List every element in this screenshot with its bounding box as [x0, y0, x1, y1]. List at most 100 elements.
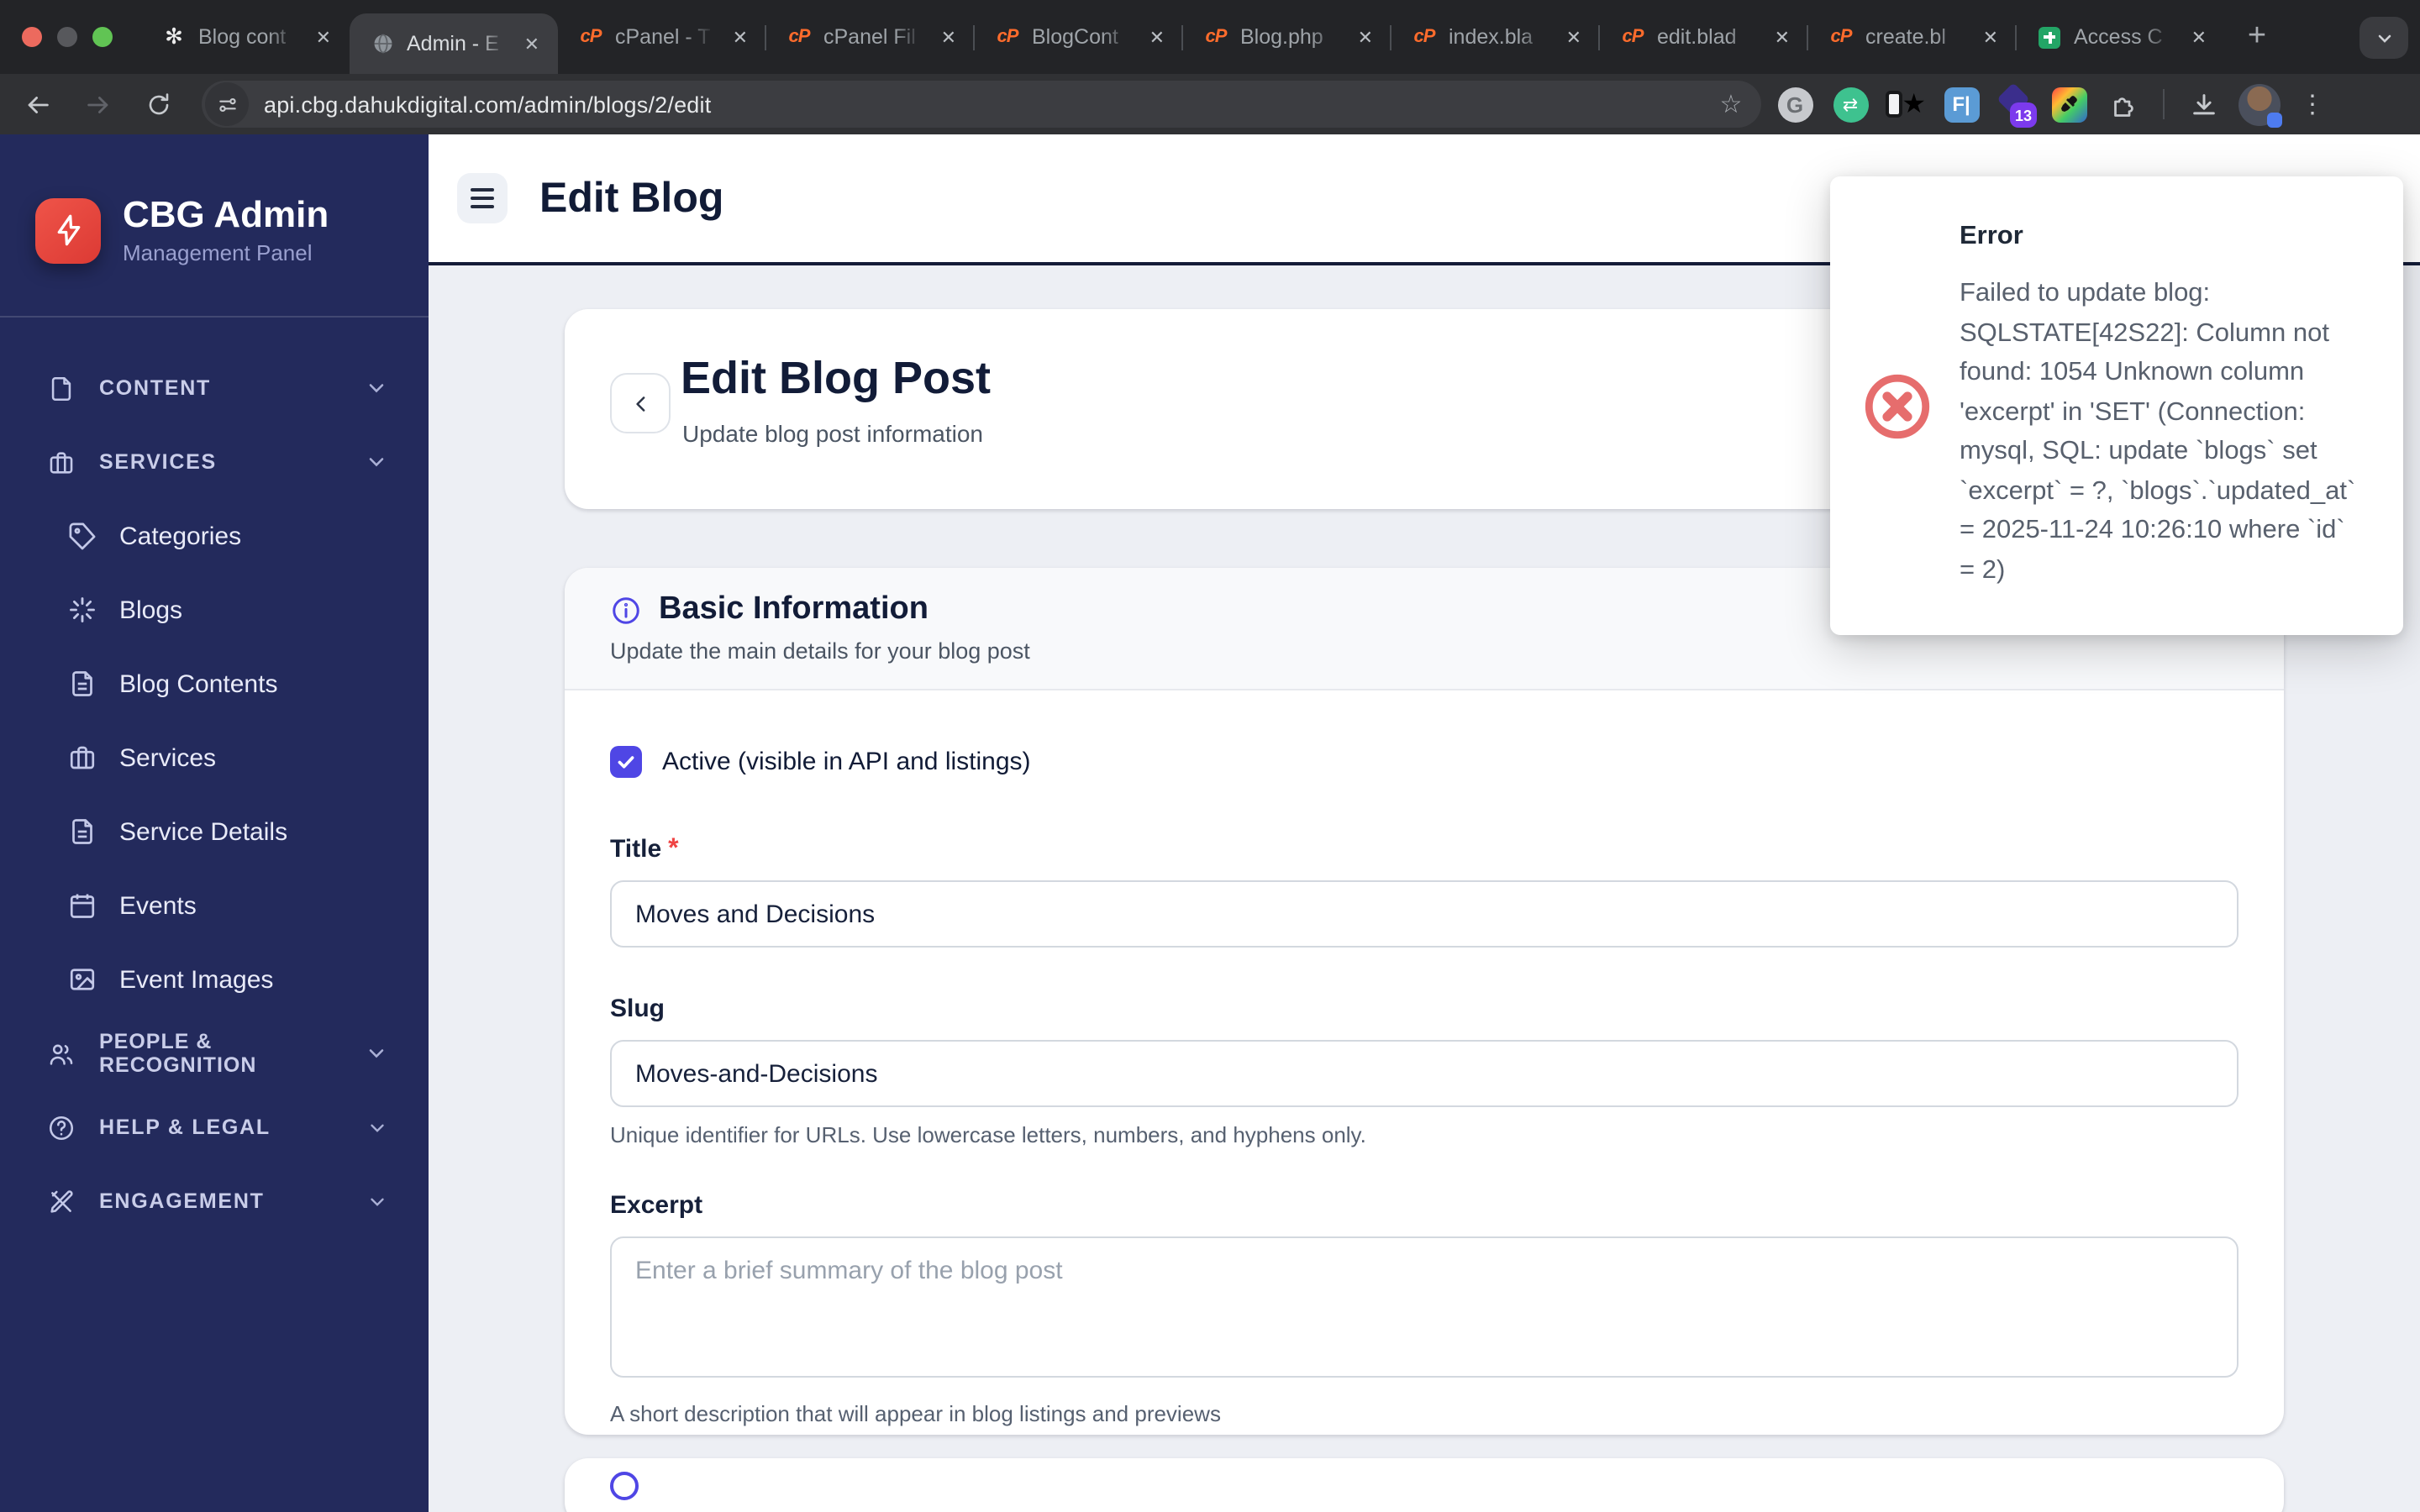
toolbar-divider: [2163, 89, 2165, 119]
cpanel-icon: cP: [1830, 27, 1853, 47]
tab-list: ✻ Blog cont ✕ Admin - E ✕ cP cPanel - T: [141, 0, 2225, 74]
tab-access-codes[interactable]: Access C ✕: [2015, 0, 2225, 74]
slug-input[interactable]: [610, 1040, 2238, 1107]
sidebar-item-content[interactable]: CONTENT: [24, 351, 405, 425]
close-icon[interactable]: ✕: [519, 31, 544, 56]
page-subtitle: Update blog post information: [682, 420, 983, 447]
calendar-icon: [67, 890, 97, 921]
close-icon[interactable]: ✕: [1353, 24, 1378, 50]
fonts-extension-icon[interactable]: F|: [1941, 84, 1981, 124]
sidebar-item-label: PEOPLE & RECOGNITION: [99, 1030, 257, 1077]
briefcase-icon: [47, 448, 77, 476]
tab-label: BlogCont: [1032, 25, 1118, 49]
tab-index-blade[interactable]: cP index.bla ✕: [1390, 0, 1600, 74]
chevron-down-icon: [365, 1042, 388, 1065]
browser-toolbar: api.cbg.dahukdigital.com/admin/blogs/2/e…: [0, 74, 2420, 134]
sidebar-item-people-recognition[interactable]: PEOPLE & RECOGNITION: [24, 1016, 405, 1090]
tab-label: Access C: [2074, 25, 2163, 49]
info-icon: [613, 596, 639, 623]
minimize-window-button[interactable]: [57, 27, 77, 47]
tab-label: cPanel - T: [615, 25, 711, 49]
sidebar-item-engagement[interactable]: ENGAGEMENT: [24, 1164, 405, 1238]
close-icon[interactable]: ✕: [1770, 24, 1795, 50]
new-tab-button[interactable]: +: [2235, 15, 2279, 59]
tag-icon: [67, 521, 97, 551]
chevron-left-icon: [635, 396, 644, 411]
active-checkbox-row[interactable]: Active (visible in API and listings): [610, 746, 2238, 778]
tab-search-button[interactable]: [2360, 17, 2408, 59]
sidebar-item-event-images[interactable]: Event Images: [24, 942, 405, 1016]
tab-edit-blade[interactable]: cP edit.blad ✕: [1598, 0, 1808, 74]
grammarly-extension-icon[interactable]: G: [1775, 84, 1815, 124]
profile-avatar[interactable]: [2238, 83, 2282, 127]
address-bar[interactable]: api.cbg.dahukdigital.com/admin/blogs/2/e…: [202, 81, 1761, 128]
sidebar-item-blog-contents[interactable]: Blog Contents: [24, 647, 405, 721]
forward-button[interactable]: [74, 81, 121, 128]
extensions-row: G ⇄ ★ F| 13 ⋮: [1775, 81, 2329, 128]
close-icon[interactable]: ✕: [728, 24, 753, 50]
section-title: Basic Information: [659, 591, 929, 627]
tab-blog-php[interactable]: cP Blog.php ✕: [1181, 0, 1392, 74]
sidebar-item-label: Categories: [119, 522, 242, 550]
sidebar-item-service-details[interactable]: Service Details: [24, 795, 405, 869]
error-toast[interactable]: Error Failed to update blog: SQLSTATE[42…: [1830, 176, 2403, 635]
downloads-button[interactable]: [2183, 84, 2223, 124]
extensions-puzzle-icon[interactable]: [2104, 84, 2144, 124]
browser-menu-button[interactable]: ⋮: [2296, 89, 2329, 119]
back-button-page[interactable]: [610, 373, 671, 433]
section-icon-partial: [610, 1472, 639, 1500]
chevron-down-icon: [2377, 34, 2391, 42]
page-title: Edit Blog Post: [681, 353, 991, 403]
reload-button[interactable]: [134, 81, 182, 128]
site-settings-button[interactable]: [205, 82, 249, 126]
tab-blog-content[interactable]: ✻ Blog cont ✕: [141, 0, 350, 74]
tab-admin-active[interactable]: Admin - E ✕: [350, 13, 558, 74]
brand-subtitle: Management Panel: [123, 240, 313, 266]
bookmark-star-icon[interactable]: ☆: [1711, 89, 1751, 119]
title-input[interactable]: [610, 880, 2238, 948]
slug-label: Slug: [610, 995, 665, 1023]
close-icon[interactable]: ✕: [1561, 24, 1586, 50]
sidebar-item-blogs[interactable]: Blogs: [24, 573, 405, 647]
excerpt-textarea[interactable]: [610, 1236, 2238, 1378]
sidebar-item-services[interactable]: Services: [24, 721, 405, 795]
tab-cpanel-file[interactable]: cP cPanel Fil ✕: [765, 0, 975, 74]
sidebar-item-categories[interactable]: Categories: [24, 499, 405, 573]
tab-cpanel[interactable]: cP cPanel - T ✕: [558, 0, 766, 74]
tab-blogcontroller[interactable]: cP BlogCont ✕: [973, 0, 1183, 74]
refresh-extension-icon[interactable]: ⇄: [1830, 84, 1870, 124]
sidebar-item-label: Service Details: [119, 817, 288, 846]
back-button[interactable]: [13, 81, 60, 128]
active-checkbox[interactable]: [610, 746, 642, 778]
browser-window: ✻ Blog cont ✕ Admin - E ✕ cP cPanel - T: [0, 0, 2420, 1512]
page-header-title: Edit Blog: [539, 174, 724, 221]
help-circle-icon: [47, 1113, 77, 1142]
excerpt-helper-text: A short description that will appear in …: [610, 1401, 1221, 1426]
cpanel-icon: cP: [1622, 27, 1644, 47]
url-text[interactable]: api.cbg.dahukdigital.com/admin/blogs/2/e…: [264, 92, 1711, 117]
check-icon: [618, 756, 634, 769]
sidebar-item-label: Services: [119, 743, 217, 772]
next-section-card: [565, 1458, 2284, 1512]
counter-extension-icon[interactable]: 13: [1996, 82, 2037, 128]
zoom-window-button[interactable]: [92, 27, 113, 47]
close-icon[interactable]: ✕: [936, 24, 961, 50]
sidebar-item-label: ENGAGEMENT: [99, 1189, 265, 1213]
sidebar-item-label: CONTENT: [99, 376, 212, 400]
close-icon[interactable]: ✕: [311, 24, 336, 50]
cpanel-icon: cP: [788, 27, 811, 47]
file-text-icon: [67, 816, 97, 847]
close-icon[interactable]: ✕: [2186, 24, 2212, 50]
sidebar-toggle-button[interactable]: [457, 173, 508, 223]
design-tools-icon: [47, 1187, 77, 1215]
session-extension-icon[interactable]: ★: [1886, 84, 1926, 124]
sidebar-item-help-legal[interactable]: HELP & LEGAL: [24, 1090, 405, 1164]
close-icon[interactable]: ✕: [1144, 24, 1170, 50]
tab-create-blade[interactable]: cP create.bl ✕: [1807, 0, 2017, 74]
sidebar-item-services-section[interactable]: SERVICES: [24, 425, 405, 499]
basic-information-card: Basic Information Update the main detail…: [565, 568, 2284, 1435]
sidebar-item-events[interactable]: Events: [24, 869, 405, 942]
close-icon[interactable]: ✕: [1978, 24, 2003, 50]
colorpicker-extension-icon[interactable]: [2049, 84, 2089, 124]
close-window-button[interactable]: [22, 27, 42, 47]
